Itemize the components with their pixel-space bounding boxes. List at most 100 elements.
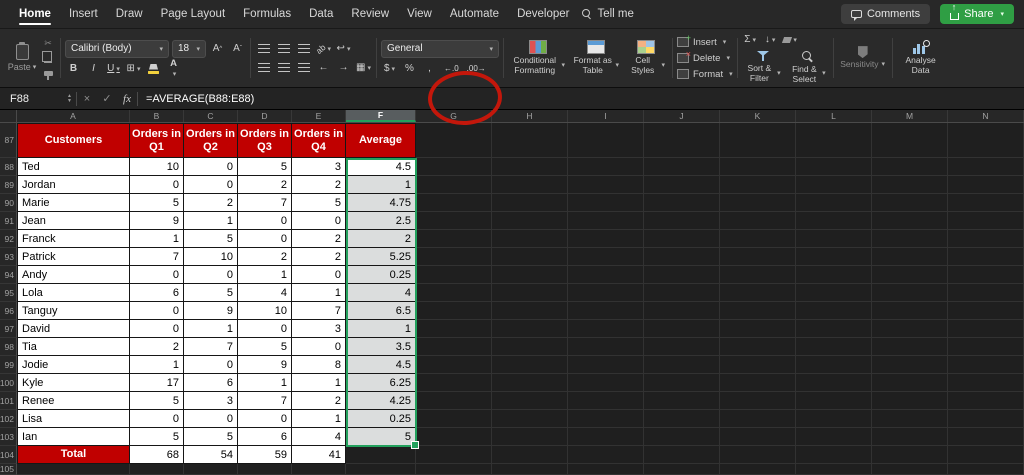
cell-n93[interactable] bbox=[948, 248, 1024, 266]
cell-l96[interactable] bbox=[796, 302, 872, 320]
cell-m99[interactable] bbox=[872, 356, 948, 374]
cell-c95[interactable]: 5 bbox=[184, 284, 238, 302]
cell-b92[interactable]: 1 bbox=[130, 230, 184, 248]
column-header-c[interactable]: C bbox=[184, 110, 238, 122]
cell-a97[interactable]: David bbox=[17, 320, 130, 338]
cell-m91[interactable] bbox=[872, 212, 948, 230]
increase-font-size-button[interactable]: A^ bbox=[209, 41, 226, 57]
cell-m87[interactable] bbox=[872, 123, 948, 158]
cell-b93[interactable]: 7 bbox=[130, 248, 184, 266]
cell-d87[interactable]: Orders in Q3 bbox=[238, 123, 292, 158]
cell-a104[interactable]: Total bbox=[17, 446, 130, 464]
cell-j87[interactable] bbox=[644, 123, 720, 158]
align-middle-button[interactable] bbox=[275, 41, 292, 57]
italic-button[interactable]: I bbox=[85, 61, 102, 77]
cell-h99[interactable] bbox=[492, 356, 568, 374]
cell-e90[interactable]: 5 bbox=[292, 194, 346, 212]
menu-tab-home[interactable]: Home bbox=[10, 0, 60, 28]
cell-i99[interactable] bbox=[568, 356, 644, 374]
cell-j95[interactable] bbox=[644, 284, 720, 302]
cell-f96[interactable]: 6.5 bbox=[346, 302, 416, 320]
cell-j91[interactable] bbox=[644, 212, 720, 230]
cell-f90[interactable]: 4.75 bbox=[346, 194, 416, 212]
cell-i105[interactable] bbox=[568, 464, 644, 475]
cell-h94[interactable] bbox=[492, 266, 568, 284]
column-header-g[interactable]: G bbox=[416, 110, 492, 122]
cell-a89[interactable]: Jordan bbox=[17, 176, 130, 194]
cell-h105[interactable] bbox=[492, 464, 568, 475]
cell-h102[interactable] bbox=[492, 410, 568, 428]
cell-d101[interactable]: 7 bbox=[238, 392, 292, 410]
font-name-select[interactable]: Calibri (Body)▾ bbox=[65, 40, 169, 58]
cell-c87[interactable]: Orders in Q2 bbox=[184, 123, 238, 158]
cell-a91[interactable]: Jean bbox=[17, 212, 130, 230]
row-header-97[interactable]: 97 bbox=[0, 320, 17, 338]
merge-center-button[interactable]: ▦▾ bbox=[355, 60, 372, 76]
cell-m92[interactable] bbox=[872, 230, 948, 248]
cell-j102[interactable] bbox=[644, 410, 720, 428]
cell-f102[interactable]: 0.25 bbox=[346, 410, 416, 428]
row-header-91[interactable]: 91 bbox=[0, 212, 17, 230]
cell-g92[interactable] bbox=[416, 230, 492, 248]
insert-cells-button[interactable]: Insert▾ bbox=[677, 35, 733, 50]
cell-m100[interactable] bbox=[872, 374, 948, 392]
cell-h87[interactable] bbox=[492, 123, 568, 158]
cell-h89[interactable] bbox=[492, 176, 568, 194]
cell-j98[interactable] bbox=[644, 338, 720, 356]
cell-c89[interactable]: 0 bbox=[184, 176, 238, 194]
cell-c93[interactable]: 10 bbox=[184, 248, 238, 266]
cell-a90[interactable]: Marie bbox=[17, 194, 130, 212]
share-button[interactable]: Share ▾ bbox=[940, 4, 1014, 24]
font-color-button[interactable]: A▾ bbox=[165, 61, 182, 77]
decrease-decimal-button[interactable]: .00→ bbox=[464, 61, 489, 77]
cell-b90[interactable]: 5 bbox=[130, 194, 184, 212]
cell-m88[interactable] bbox=[872, 158, 948, 176]
cell-h104[interactable] bbox=[492, 446, 568, 464]
cell-g87[interactable] bbox=[416, 123, 492, 158]
column-header-j[interactable]: J bbox=[644, 110, 720, 122]
cell-j99[interactable] bbox=[644, 356, 720, 374]
cell-h96[interactable] bbox=[492, 302, 568, 320]
cell-n101[interactable] bbox=[948, 392, 1024, 410]
cell-e91[interactable]: 0 bbox=[292, 212, 346, 230]
cell-i104[interactable] bbox=[568, 446, 644, 464]
cell-m103[interactable] bbox=[872, 428, 948, 446]
cell-l89[interactable] bbox=[796, 176, 872, 194]
cell-k104[interactable] bbox=[720, 446, 796, 464]
cell-l88[interactable] bbox=[796, 158, 872, 176]
cell-c96[interactable]: 9 bbox=[184, 302, 238, 320]
row-header-95[interactable]: 95 bbox=[0, 284, 17, 302]
cell-n88[interactable] bbox=[948, 158, 1024, 176]
cell-e87[interactable]: Orders in Q4 bbox=[292, 123, 346, 158]
cell-c98[interactable]: 7 bbox=[184, 338, 238, 356]
formula-input[interactable]: =AVERAGE(B88:E88) bbox=[146, 93, 254, 105]
number-format-select[interactable]: General▾ bbox=[381, 40, 499, 58]
cell-d105[interactable] bbox=[238, 464, 292, 475]
underline-button[interactable]: U▾ bbox=[105, 61, 122, 77]
cell-b103[interactable]: 5 bbox=[130, 428, 184, 446]
row-header-87[interactable]: 87 bbox=[0, 123, 17, 158]
cell-h93[interactable] bbox=[492, 248, 568, 266]
row-header-89[interactable]: 89 bbox=[0, 176, 17, 194]
cell-i100[interactable] bbox=[568, 374, 644, 392]
cell-g94[interactable] bbox=[416, 266, 492, 284]
row-header-92[interactable]: 92 bbox=[0, 230, 17, 248]
cell-l99[interactable] bbox=[796, 356, 872, 374]
cell-d90[interactable]: 7 bbox=[238, 194, 292, 212]
cell-n102[interactable] bbox=[948, 410, 1024, 428]
cell-m101[interactable] bbox=[872, 392, 948, 410]
cell-d91[interactable]: 0 bbox=[238, 212, 292, 230]
cell-j101[interactable] bbox=[644, 392, 720, 410]
cell-e93[interactable]: 2 bbox=[292, 248, 346, 266]
cell-i95[interactable] bbox=[568, 284, 644, 302]
cell-b104[interactable]: 68 bbox=[130, 446, 184, 464]
cell-b89[interactable]: 0 bbox=[130, 176, 184, 194]
cell-f103[interactable]: 5 bbox=[346, 428, 416, 446]
cell-n100[interactable] bbox=[948, 374, 1024, 392]
menu-tab-page-layout[interactable]: Page Layout bbox=[152, 0, 235, 28]
cell-i102[interactable] bbox=[568, 410, 644, 428]
cancel-entry-button[interactable]: × bbox=[77, 93, 97, 105]
cell-e98[interactable]: 0 bbox=[292, 338, 346, 356]
cell-n91[interactable] bbox=[948, 212, 1024, 230]
autosum-button[interactable]: Σ▾ bbox=[742, 32, 759, 48]
